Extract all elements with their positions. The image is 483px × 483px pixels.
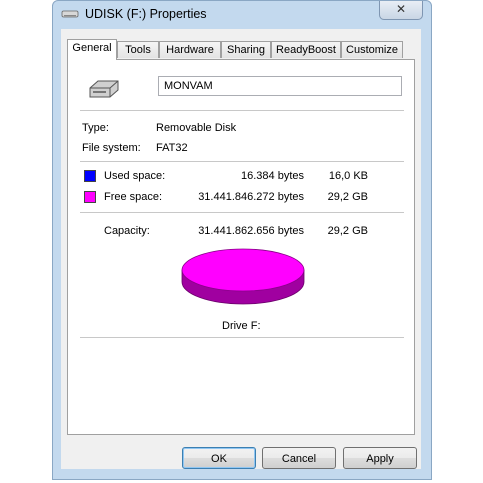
separator xyxy=(80,337,404,338)
type-label: Type: xyxy=(82,122,109,134)
separator xyxy=(80,110,404,111)
used-space-size: 16,0 KB xyxy=(328,170,368,182)
title-bar[interactable]: UDISK (F:) Properties ✕ xyxy=(53,1,431,29)
tab-sharing[interactable]: Sharing xyxy=(221,41,271,58)
disk-usage-pie-chart xyxy=(181,248,305,305)
properties-window: UDISK (F:) Properties ✕ General Tools Ha… xyxy=(52,0,432,480)
close-button[interactable]: ✕ xyxy=(379,1,423,20)
removable-drive-icon xyxy=(89,80,119,98)
apply-button[interactable]: Apply xyxy=(343,447,417,469)
tab-general[interactable]: General xyxy=(67,39,117,60)
free-space-bytes: 31.441.846.272 bytes xyxy=(198,191,304,203)
separator xyxy=(80,161,404,162)
capacity-label: Capacity: xyxy=(104,225,150,237)
volume-label-input[interactable] xyxy=(158,76,402,96)
used-space-swatch xyxy=(84,170,96,182)
tab-readyboost[interactable]: ReadyBoost xyxy=(271,41,341,58)
free-space-swatch xyxy=(84,191,96,203)
used-space-label: Used space: xyxy=(104,170,166,182)
tab-tools[interactable]: Tools xyxy=(117,41,159,58)
window-title: UDISK (F:) Properties xyxy=(85,7,207,21)
dialog-client-area: General Tools Hardware Sharing ReadyBoos… xyxy=(61,29,421,469)
free-space-size: 29,2 GB xyxy=(327,191,368,203)
tab-customize[interactable]: Customize xyxy=(341,41,403,58)
used-space-bytes: 16.384 bytes xyxy=(241,170,304,182)
separator xyxy=(80,212,404,213)
cancel-button[interactable]: Cancel xyxy=(262,447,336,469)
file-system-value: FAT32 xyxy=(156,142,188,154)
file-system-label: File system: xyxy=(82,142,141,154)
general-tab-panel: Type: Removable Disk File system: FAT32 … xyxy=(67,59,415,435)
drive-caption: Drive F: xyxy=(222,320,261,332)
free-space-label: Free space: xyxy=(104,191,163,203)
type-value: Removable Disk xyxy=(156,122,237,134)
ok-button[interactable]: OK xyxy=(182,447,256,469)
usb-drive-icon xyxy=(61,10,79,18)
capacity-bytes: 31.441.862.656 bytes xyxy=(198,225,304,237)
capacity-size: 29,2 GB xyxy=(327,225,368,237)
pie-free-slice xyxy=(181,248,305,292)
tab-hardware[interactable]: Hardware xyxy=(159,41,221,58)
